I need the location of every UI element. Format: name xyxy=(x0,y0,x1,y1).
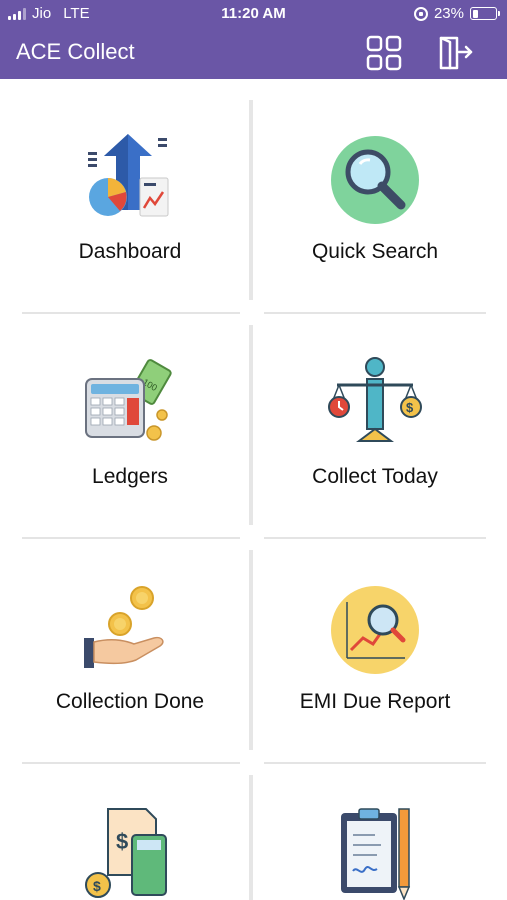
clipboard-pencil-icon xyxy=(341,808,411,900)
rotation-lock-icon xyxy=(413,6,428,21)
tile-emi-due-report[interactable]: EMI Due Report xyxy=(255,530,495,755)
tile-label: Quick Search xyxy=(311,240,439,263)
logout-button[interactable] xyxy=(435,33,475,73)
status-right: 23% xyxy=(413,5,500,22)
battery-icon xyxy=(470,7,500,20)
status-bar: Jio LTE 11:20 AM 23% xyxy=(0,0,507,27)
grid-view-button[interactable] xyxy=(364,33,404,73)
tile-label: Collect Today xyxy=(312,465,438,488)
svg-text:$: $ xyxy=(406,400,414,415)
calculator-cash-icon: 100 xyxy=(85,359,172,441)
tile-collect-today[interactable]: $ Collect Today xyxy=(255,305,495,530)
magnifier-icon xyxy=(331,136,419,224)
app-header: ACE Collect xyxy=(0,27,507,79)
tile-label: Dashboard xyxy=(78,240,182,263)
svg-text:$: $ xyxy=(93,878,101,894)
tile-clipboard[interactable] xyxy=(255,755,495,900)
tile-label: Ledgers xyxy=(92,465,168,488)
balance-scale-icon: $ xyxy=(328,357,422,442)
dashboard-chart-icon xyxy=(88,134,169,217)
tile-label: EMI Due Report xyxy=(299,690,451,713)
tile-collection-done[interactable]: Collection Done xyxy=(10,530,250,755)
tile-dashboard[interactable]: Dashboard xyxy=(10,80,250,305)
logout-icon xyxy=(439,36,473,70)
svg-text:$: $ xyxy=(116,829,128,854)
report-search-icon xyxy=(331,586,419,674)
tile-ledgers[interactable]: 100 Ledgers xyxy=(10,305,250,530)
tile-quick-search[interactable]: Quick Search xyxy=(255,80,495,305)
tile-bill-calculator[interactable]: $ $ xyxy=(10,755,250,900)
app-title: ACE Collect xyxy=(16,39,135,64)
bill-calculator-icon: $ $ xyxy=(85,808,167,898)
tile-label: Collection Done xyxy=(55,690,205,713)
hand-coins-icon xyxy=(84,586,164,668)
battery-percent: 23% xyxy=(433,5,464,22)
grid-icon xyxy=(366,35,402,71)
